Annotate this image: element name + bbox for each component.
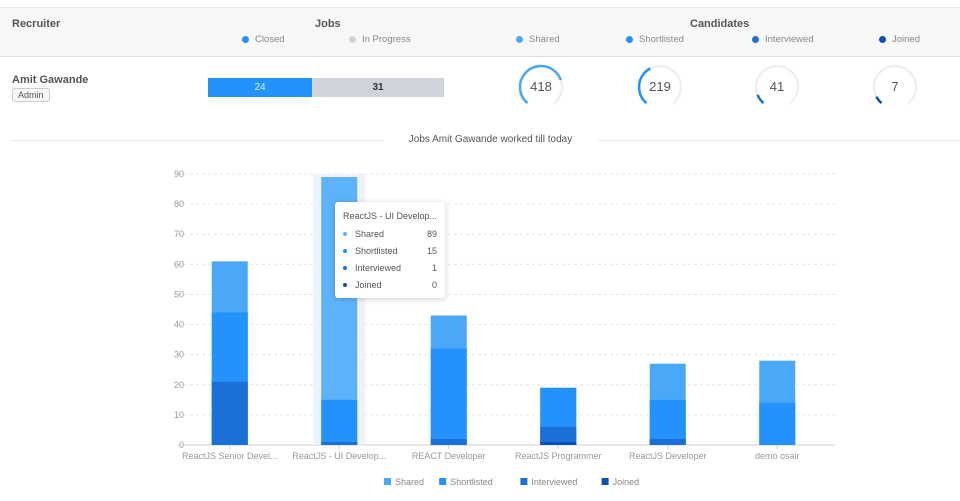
y-tick-label: 80 <box>174 199 184 209</box>
bar-interviewed[interactable] <box>649 438 686 445</box>
y-tick-label: 50 <box>174 289 184 299</box>
series-dot-icon <box>343 249 347 253</box>
candidate-gauge-shortlisted[interactable]: 219 <box>637 64 683 110</box>
tooltip-row-shared: Shared 89 <box>343 229 437 239</box>
candidate-gauge-shared[interactable]: 418 <box>518 64 564 110</box>
x-tick-label: demo osair <box>755 451 800 461</box>
bar-interviewed[interactable] <box>211 381 248 445</box>
legend-swatch-icon <box>520 478 528 485</box>
legend-dot-icon <box>242 36 249 43</box>
legend-dot-icon <box>752 36 759 43</box>
candidates-legend-joined: Joined <box>879 34 920 45</box>
candidate-gauge-joined[interactable]: 7 <box>872 64 918 110</box>
jobs-chart: 0102030405060708090ReactJS Senior Devel.… <box>174 169 835 487</box>
y-tick-label: 20 <box>174 380 184 390</box>
jobs-legend-in-progress: In Progress <box>349 34 411 45</box>
candidates-legend-shared: Shared <box>516 34 560 45</box>
bar-shortlisted[interactable] <box>649 399 686 445</box>
x-tick-label: ReactJS Senior Devel... <box>182 451 278 461</box>
candidates-legend-shortlisted: Shortlisted <box>626 34 684 45</box>
x-tick-label: REACT Developer <box>412 451 486 461</box>
tooltip-row-shortlisted: Shortlisted 15 <box>343 246 437 256</box>
tooltip-title: ReactJS - UI Develop... <box>343 211 438 221</box>
x-tick-label: ReactJS Programmer <box>515 451 602 461</box>
legend-joined[interactable]: Joined <box>613 477 640 487</box>
tooltip-row-interviewed: Interviewed 1 <box>343 263 437 273</box>
legend-swatch-icon <box>384 478 391 485</box>
y-tick-label: 60 <box>174 259 184 269</box>
y-tick-label: 30 <box>174 350 184 360</box>
x-tick-label: ReactJS Developer <box>629 451 707 461</box>
x-tick-label: ReactJS - UI Develop... <box>292 451 386 461</box>
legend-shortlisted[interactable]: Shortlisted <box>450 477 493 487</box>
legend-dot-icon <box>626 36 633 43</box>
legend-shared[interactable]: Shared <box>395 477 424 487</box>
candidates-legend-interviewed: Interviewed <box>752 34 814 45</box>
y-tick-label: 10 <box>174 410 184 420</box>
y-tick-label: 90 <box>174 169 184 179</box>
legend-dot-icon <box>879 36 886 43</box>
series-dot-icon <box>343 266 347 270</box>
legend-interviewed[interactable]: Interviewed <box>531 477 577 487</box>
legend-swatch-icon <box>439 478 447 485</box>
bar-shortlisted[interactable] <box>321 399 358 445</box>
jobs-legend-closed: Closed <box>242 34 285 45</box>
bar-shortlisted[interactable] <box>430 348 467 445</box>
chart-tooltip: ReactJS - UI Develop... Shared 89 Shortlis… <box>335 202 445 298</box>
tooltip-row-joined: Joined 0 <box>343 280 437 290</box>
bar-joined[interactable] <box>540 441 577 445</box>
series-dot-icon <box>343 283 347 287</box>
bar-interviewed[interactable] <box>430 438 467 445</box>
y-tick-label: 40 <box>174 320 184 330</box>
candidate-gauge-interviewed[interactable]: 41 <box>754 64 800 110</box>
bar-shortlisted[interactable] <box>759 402 796 445</box>
series-dot-icon <box>343 232 347 236</box>
legend-dot-icon <box>516 36 523 43</box>
bar-interviewed[interactable] <box>321 441 358 445</box>
legend-swatch-icon <box>601 478 609 485</box>
y-tick-label: 70 <box>174 229 184 239</box>
legend-dot-icon <box>349 36 356 43</box>
